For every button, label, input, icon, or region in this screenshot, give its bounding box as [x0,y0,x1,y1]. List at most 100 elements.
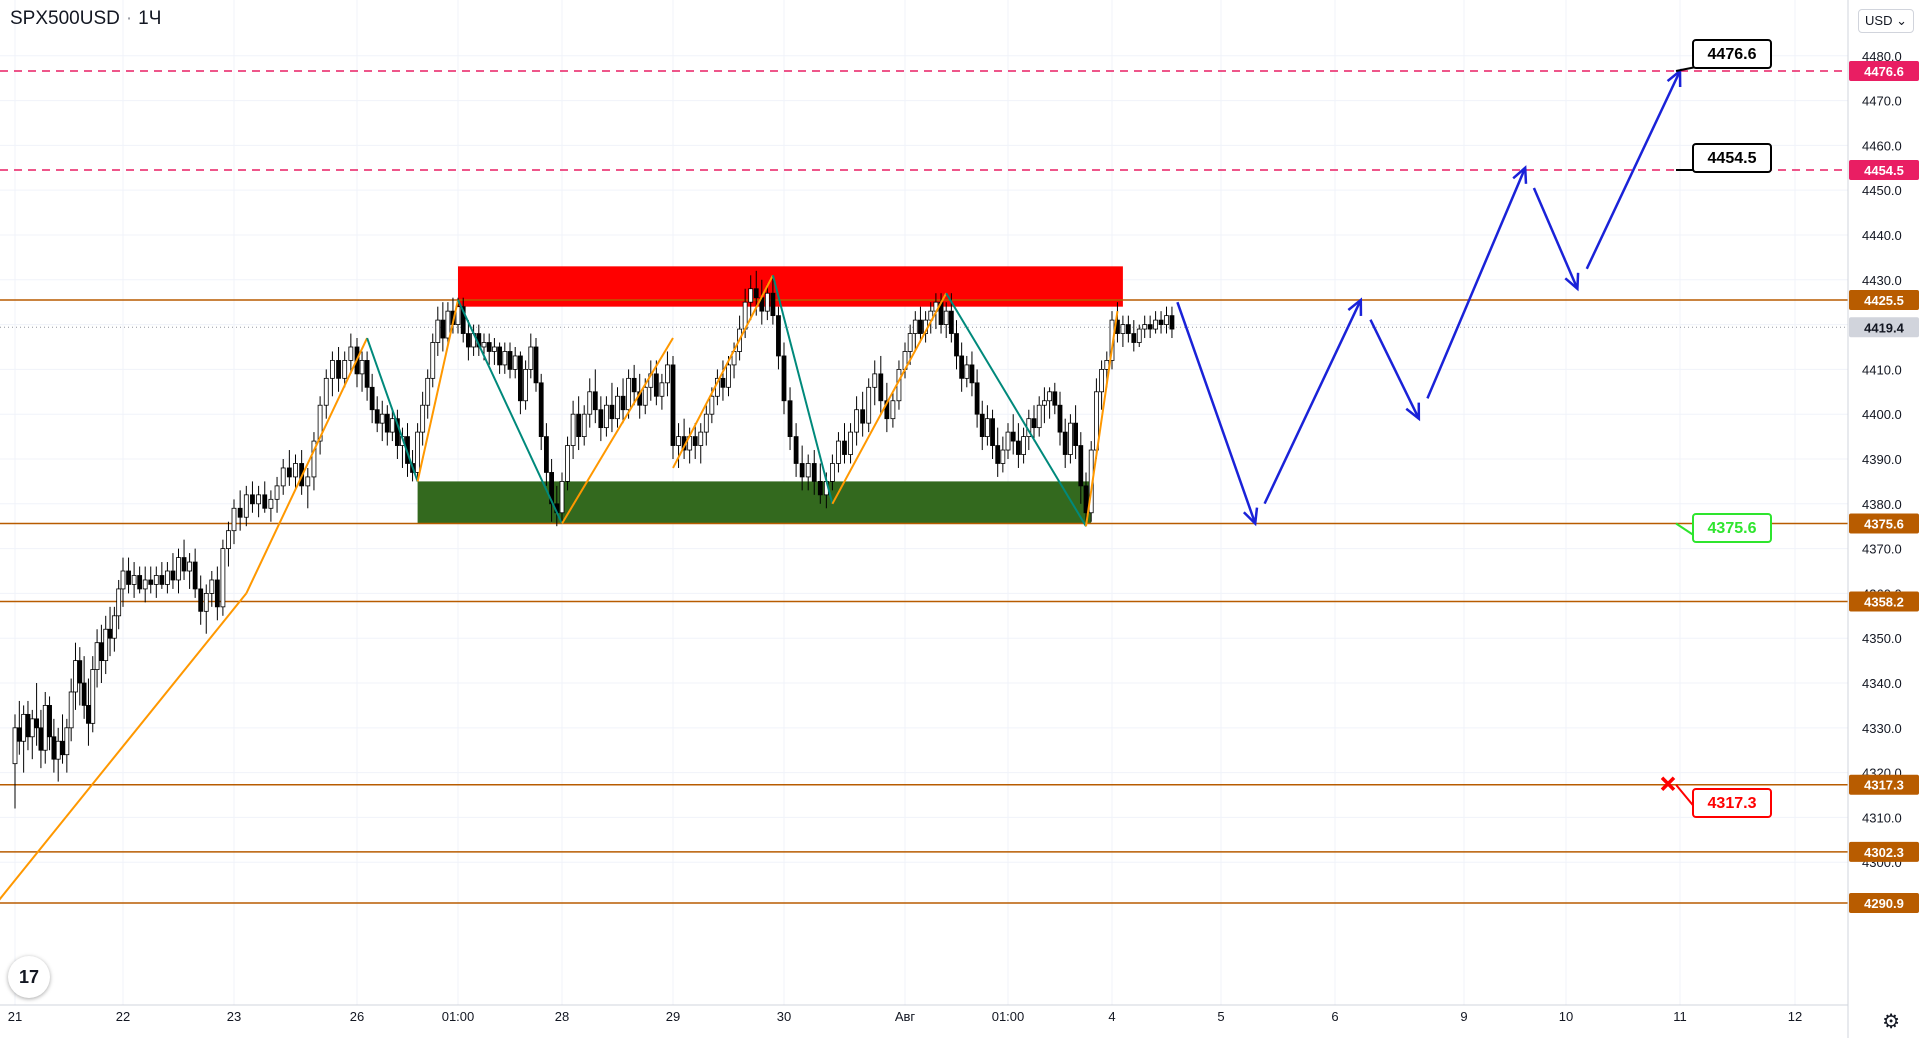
logo-text: 17 [18,966,40,987]
candle-body [64,727,70,756]
callout-label: 4454.5 [1708,150,1757,167]
candle-body [615,395,620,420]
price-tick-label: 4350.0 [1862,631,1902,646]
candle-body [342,360,348,379]
price-chart[interactable]: 4476.64454.54375.64317.3 4300.04310.0432… [0,0,1920,1038]
candle-body [642,386,648,406]
candle-body [481,342,487,348]
candle-body [21,713,27,742]
callout-label: 4476.6 [1708,46,1757,63]
candle-body [698,431,704,446]
candle-body [518,355,523,402]
support-zone [417,481,1092,524]
candle-body [626,377,631,411]
candle-body [1120,324,1126,334]
candle-body [587,391,593,415]
candle-body [293,463,298,478]
candle-body [42,705,48,751]
candle-body [176,557,181,581]
candle-body [103,628,109,662]
candle-body [576,413,582,437]
candle-body [598,409,604,429]
header-separator: · [125,8,133,29]
candle-body [274,485,280,500]
candle-body [528,346,534,370]
gear-icon[interactable]: ⚙ [1882,1009,1900,1034]
candle-body [1131,333,1137,343]
candle-body [86,705,91,724]
candle-body [164,570,170,585]
interval-label[interactable]: 1Ч [138,8,161,29]
callout-label: 4375.6 [1708,520,1757,537]
price-tick-label: 4340.0 [1862,676,1902,691]
candle-body [592,391,598,411]
price-tick-label: 4330.0 [1862,721,1902,736]
candle-body [872,373,878,388]
candle-body [1078,445,1084,487]
time-tick-label: 10 [1559,1009,1573,1024]
candle-body [51,736,57,760]
candle-body [1010,431,1016,442]
candle-body [1158,319,1164,325]
candle-body [533,346,539,384]
candle-body [1125,324,1131,334]
candle-body [1021,436,1026,455]
candle-body [425,377,431,406]
candle-body [565,445,570,482]
time-tick-label: 29 [666,1009,680,1024]
price-tick-label: 4430.0 [1862,273,1902,288]
candle-body [116,588,122,617]
candle-body [1169,315,1175,330]
candle-body [954,333,959,357]
time-tick-label: 01:00 [442,1009,475,1024]
candle-body [1042,400,1047,406]
candle-body [262,494,268,509]
candle-body [1000,449,1006,464]
candle-body [985,418,990,437]
candle-body [1052,391,1058,406]
last-price-tag: 4419.4 [1864,320,1905,335]
candle-body [836,440,841,464]
candle-body [670,364,676,446]
candle-body [969,364,975,384]
candle-body [1057,404,1063,433]
chevron-down-icon: ⌄ [1896,13,1907,28]
candle-body [538,382,544,437]
price-tick-label: 4440.0 [1862,228,1902,243]
candle-body [268,498,274,509]
candle-body [1062,431,1068,455]
currency-selector[interactable]: USD ⌄ [1858,9,1914,33]
candle-body [753,288,759,299]
price-tick-label: 4380.0 [1862,497,1902,512]
candle-body [60,740,65,756]
candle-body [502,351,508,366]
candle-body [486,342,492,352]
level-price-tag: 4454.5 [1864,163,1904,178]
candle-body [631,377,637,393]
candle-body [12,727,18,765]
candle-body [959,355,965,379]
candle-body [73,660,78,693]
candle-body [231,507,237,532]
candle-body [604,404,609,429]
candle-body [1136,328,1142,343]
candle-body [187,561,193,572]
candle-body [842,440,847,455]
candle-body [1016,440,1021,455]
candle-body [348,346,354,361]
candle-body [192,561,198,590]
candle-body [430,342,436,379]
candle-body [805,463,811,478]
candle-body [878,373,884,402]
candle-body [226,530,231,550]
candle-body [323,377,329,406]
candle-body [559,480,565,514]
time-tick-label: 5 [1217,1009,1224,1024]
symbol-name[interactable]: SPX500USD [10,8,120,29]
tradingview-logo[interactable]: 17 [8,956,50,998]
candle-body [787,400,793,437]
symbol-header[interactable]: SPX500USD · 1Ч [10,8,161,30]
time-tick-label: 12 [1788,1009,1802,1024]
candle-body [209,579,215,594]
time-tick-label: Авг [895,1009,916,1024]
